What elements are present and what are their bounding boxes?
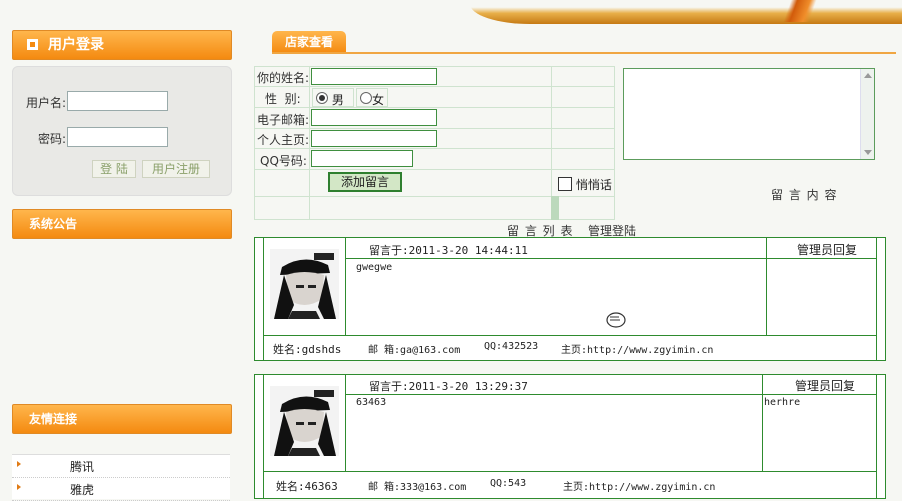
register-button[interactable]: 用户注册: [142, 160, 210, 178]
whisper-checkbox[interactable]: 悄悄话: [558, 176, 612, 193]
message-body: 63463: [356, 397, 387, 408]
links-panel-title: 友情连接: [29, 412, 78, 426]
grid-line: [876, 237, 877, 361]
content-label: 留 言 内 容: [771, 188, 838, 202]
message-time: 留言于:2011-3-20 14:44:11: [369, 244, 528, 257]
sender-qq: QQ:543: [490, 478, 527, 489]
gender-male-label: 男: [331, 93, 344, 107]
hand-cursor-icon: [606, 312, 626, 328]
notice-panel-title: 系统公告: [29, 217, 78, 231]
grid-line: [263, 471, 876, 472]
grid-cell-shade: [551, 196, 559, 220]
email-label: 电子邮箱:: [257, 113, 310, 127]
friend-link-item[interactable]: 雅虎: [12, 478, 230, 501]
grid-line: [263, 335, 876, 336]
sender-name: 姓名:gdshds: [273, 343, 342, 356]
scroll-up-icon[interactable]: [864, 73, 872, 78]
avatar-image: [270, 249, 339, 319]
grid-line: [345, 258, 876, 259]
message-content-textarea[interactable]: [623, 68, 875, 160]
scroll-down-icon[interactable]: [864, 150, 872, 155]
grid-line: [345, 394, 876, 395]
friend-link-item[interactable]: 腾讯: [12, 455, 230, 478]
username-input[interactable]: [67, 91, 168, 111]
email-input[interactable]: [311, 109, 437, 126]
sender-email[interactable]: 邮 箱:333@163.com: [368, 478, 466, 493]
links-panel-header: 友情连接: [12, 404, 232, 434]
friend-link-label[interactable]: 腾讯: [70, 458, 94, 475]
sender-name: 姓名:46363: [276, 480, 338, 493]
radio-selected-icon[interactable]: [316, 92, 328, 104]
admin-reply-header: 管理员回复: [795, 379, 856, 393]
checkbox-icon[interactable]: [558, 177, 572, 191]
gender-female-option[interactable]: 女: [360, 91, 384, 108]
qq-label: QQ号码:: [260, 154, 307, 168]
grid-line: [263, 374, 264, 499]
login-panel-title: 用户登录: [48, 37, 104, 53]
gender-male-option[interactable]: 男: [316, 91, 344, 108]
login-button[interactable]: 登 陆: [92, 160, 136, 178]
grid-line: [876, 374, 877, 499]
sender-qq: QQ:432523: [484, 341, 539, 352]
avatar: [270, 249, 339, 319]
grid-line: [766, 237, 767, 335]
homepage-label: 个人主页:: [257, 133, 310, 147]
login-panel-header: 用户登录: [12, 30, 232, 60]
tab-underline: [272, 52, 896, 54]
grid-line: [762, 374, 763, 471]
admin-reply-header: 管理员回复: [797, 243, 858, 257]
password-label: 密码:: [38, 132, 67, 146]
grid-line: [345, 237, 346, 335]
message-body: gwegwe: [356, 262, 393, 273]
password-input[interactable]: [67, 127, 168, 147]
avatar-image: [270, 386, 339, 456]
gender-label: 性 别:: [265, 92, 301, 106]
square-bullet-icon: [27, 39, 38, 50]
grid-line: [345, 374, 346, 471]
textarea-scrollbar[interactable]: [860, 69, 874, 159]
name-input[interactable]: [311, 68, 437, 85]
arrow-right-icon: [17, 484, 21, 490]
name-label: 你的姓名:: [257, 71, 310, 85]
qq-input[interactable]: [311, 150, 413, 167]
sender-homepage[interactable]: 主页:http://www.zgyimin.cn: [563, 478, 715, 493]
radio-unselected-icon[interactable]: [360, 92, 372, 104]
notice-panel-header: 系统公告: [12, 209, 232, 239]
homepage-input[interactable]: [311, 130, 437, 147]
friend-link-label[interactable]: 雅虎: [70, 481, 94, 498]
message-time: 留言于:2011-3-20 13:29:37: [369, 380, 528, 393]
grid-line: [263, 237, 264, 361]
add-message-button[interactable]: 添加留言: [328, 172, 402, 192]
sender-email[interactable]: 邮 箱:ga@163.com: [368, 341, 460, 356]
grid-line: [309, 66, 310, 220]
admin-reply-text: herhre: [764, 397, 801, 408]
avatar: [270, 386, 339, 456]
tab-shop-view[interactable]: 店家查看: [272, 31, 346, 53]
whisper-label: 悄悄话: [575, 178, 612, 192]
gender-female-label: 女: [372, 93, 385, 107]
friend-links-list: 腾讯 雅虎: [12, 454, 230, 501]
sender-homepage[interactable]: 主页:http://www.zgyimin.cn: [561, 341, 713, 356]
banner-stripe: [740, 0, 860, 22]
arrow-right-icon: [17, 461, 21, 467]
username-label: 用户名:: [26, 96, 67, 110]
